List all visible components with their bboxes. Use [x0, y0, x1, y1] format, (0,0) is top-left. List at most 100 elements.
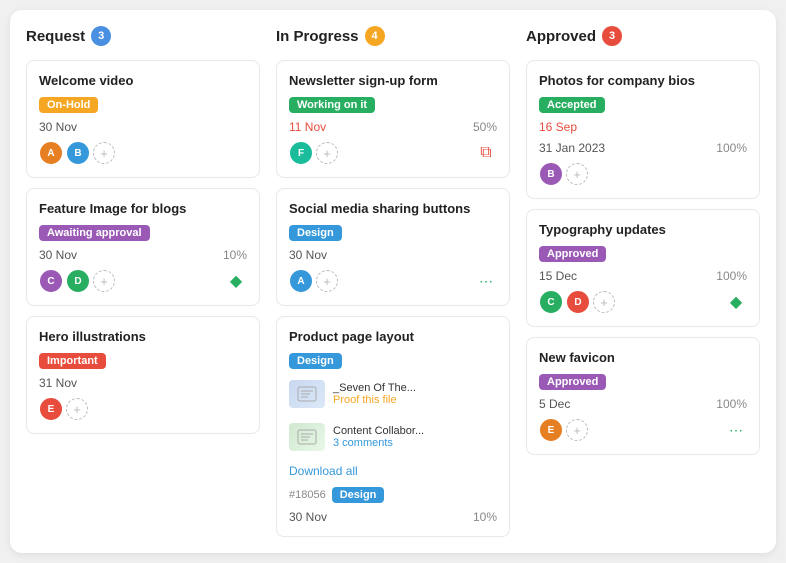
card-percent: 50%: [473, 120, 497, 134]
download-all-link[interactable]: Download all: [289, 464, 358, 478]
card-title: Photos for company bios: [539, 73, 747, 88]
add-member-button[interactable]: +: [66, 398, 88, 420]
add-member-button[interactable]: +: [593, 291, 615, 313]
card-date: 11 Nov: [289, 120, 326, 134]
card-meta: 30 Nov: [39, 120, 247, 134]
card-date: 30 Nov: [289, 248, 327, 262]
card-typography: Typography updatesApproved 15 Dec 100% C…: [526, 209, 760, 327]
column-approved: Approved 3 Photos for company biosAccept…: [526, 26, 760, 537]
avatar-group: A+: [289, 269, 338, 293]
avatars-row: CD+ ◆: [39, 269, 247, 293]
avatars-row: AB+: [39, 141, 247, 165]
file-info: _Seven Of The... Proof this file: [333, 382, 497, 406]
card-percent: 10%: [473, 510, 497, 524]
card-meta: 5 Dec 100%: [539, 397, 747, 411]
diamond-green-icon: ◆: [725, 291, 747, 313]
card-percent: 100%: [716, 397, 747, 411]
avatar-group: E+: [539, 418, 588, 442]
card-photos-bios: Photos for company biosAccepted 16 Sep 3…: [526, 60, 760, 199]
ticket-id: #18056: [289, 489, 326, 501]
card-title: Feature Image for blogs: [39, 201, 247, 216]
card-new-favicon: New favicon Approved 5 Dec 100% E+ ⋯: [526, 337, 760, 455]
card-tag: On-Hold: [39, 97, 98, 113]
dots-green-icon: ⋯: [475, 270, 497, 292]
avatars-row: E+ ⋯: [539, 418, 747, 442]
avatar: E: [39, 397, 63, 421]
kanban-board: Request 3 Welcome videoOn-Hold 30 Nov AB…: [10, 10, 776, 553]
layers-red-icon: ⧉: [475, 142, 497, 164]
avatar-group: CD+: [539, 290, 615, 314]
card-tag: Working on it: [289, 97, 375, 113]
card-title: Typography updates: [539, 222, 747, 237]
dots-green-icon: ⋯: [725, 419, 747, 441]
card-meta: 30 Nov 10%: [39, 248, 247, 262]
card-welcome-video: Welcome video On-Hold 30 Nov AB+: [26, 60, 260, 178]
avatar-group: B+: [539, 162, 588, 186]
card-title: New favicon: [539, 350, 747, 365]
file-thumbnail: [289, 380, 325, 408]
card-percent: 100%: [716, 269, 747, 283]
avatar-group: E+: [39, 397, 88, 421]
file-action-link[interactable]: Proof this file: [333, 394, 497, 406]
card-title: Newsletter sign-up form: [289, 73, 497, 88]
card-newsletter: Newsletter sign-up form Working on it 11 …: [276, 60, 510, 178]
card-tag: Important: [39, 353, 106, 369]
avatar: E: [539, 418, 563, 442]
card-title: Hero illustrations: [39, 329, 247, 344]
avatars-row: CD+ ◆: [539, 290, 747, 314]
diamond-green-icon: ◆: [225, 270, 247, 292]
column-header-approved: Approved 3: [526, 26, 760, 46]
avatar: B: [66, 141, 90, 165]
file-action-link[interactable]: 3 comments: [333, 437, 497, 449]
avatar-group: CD+: [39, 269, 115, 293]
card-date: 30 Nov: [39, 248, 77, 262]
card-title: Welcome video: [39, 73, 247, 88]
avatars-row: B+: [539, 162, 747, 186]
column-title: In Progress: [276, 28, 359, 45]
card-date-highlight: 16 Sep: [539, 120, 577, 134]
card-meta: 31 Jan 2023 100%: [539, 141, 747, 155]
avatar: A: [39, 141, 63, 165]
card-tag-bottom: Design: [332, 487, 385, 503]
column-header-request: Request 3: [26, 26, 260, 46]
card-tag: Design: [289, 225, 342, 241]
card-meta: 30 Nov: [289, 248, 497, 262]
column-badge: 3: [602, 26, 622, 46]
add-member-button[interactable]: +: [316, 142, 338, 164]
file-item: _Seven Of The... Proof this file: [289, 376, 497, 412]
add-member-button[interactable]: +: [316, 270, 338, 292]
file-item: Content Collabor... 3 comments: [289, 419, 497, 455]
card-date: 30 Nov: [39, 120, 77, 134]
card-percent: 100%: [716, 141, 747, 155]
card-meta: 31 Nov: [39, 376, 247, 390]
column-title: Approved: [526, 28, 596, 45]
avatars-row: F+ ⧉: [289, 141, 497, 165]
column-request: Request 3 Welcome video On-Hold 30 Nov AB…: [26, 26, 260, 537]
card-date: 5 Dec: [539, 397, 570, 411]
card-date: 30 Nov: [289, 510, 327, 524]
card-meta: 30 Nov 10%: [289, 510, 497, 524]
card-tag: Approved: [539, 374, 606, 390]
file-name: _Seven Of The...: [333, 382, 497, 394]
card-title: Social media sharing buttons: [289, 201, 497, 216]
card-bottom: #18056 Design: [289, 487, 497, 503]
add-member-button[interactable]: +: [93, 270, 115, 292]
column-header-in-progress: In Progress 4: [276, 26, 510, 46]
avatars-row: A+ ⋯: [289, 269, 497, 293]
add-member-button[interactable]: +: [93, 142, 115, 164]
card-meta-date: 16 Sep: [539, 120, 747, 134]
add-member-button[interactable]: +: [566, 419, 588, 441]
card-tag: Awaiting approval: [39, 225, 150, 241]
column-badge: 4: [365, 26, 385, 46]
column-in-progress: In Progress 4 Newsletter sign-up form Wor…: [276, 26, 510, 537]
card-date: 15 Dec: [539, 269, 577, 283]
card-date: 31 Nov: [39, 376, 77, 390]
avatar: D: [66, 269, 90, 293]
card-percent: 10%: [223, 248, 247, 262]
avatar-group: F+: [289, 141, 338, 165]
avatars-row: E+: [39, 397, 247, 421]
file-name: Content Collabor...: [333, 425, 497, 437]
add-member-button[interactable]: +: [566, 163, 588, 185]
file-thumbnail: [289, 423, 325, 451]
avatar: C: [539, 290, 563, 314]
